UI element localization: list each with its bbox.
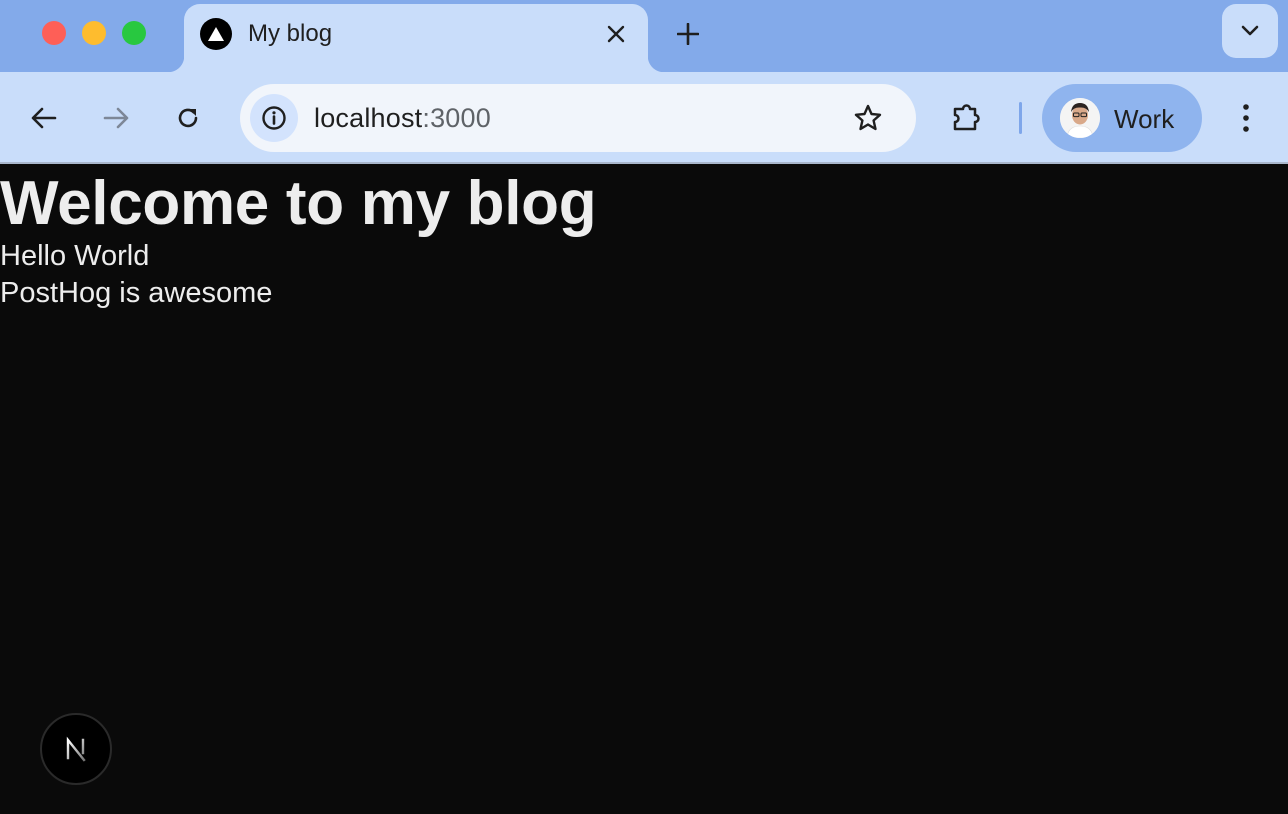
post-title-hello-world[interactable]: Hello World bbox=[0, 238, 1288, 275]
browser-toolbar: localhost:3000 Work bbox=[0, 72, 1288, 164]
browser-chrome: My blog localhost:3000 Work bbox=[0, 0, 1288, 164]
plus-icon bbox=[677, 23, 699, 45]
profile-button[interactable]: Work bbox=[1042, 84, 1202, 152]
tab-strip: My blog bbox=[0, 0, 1288, 72]
new-tab-button[interactable] bbox=[668, 14, 708, 54]
site-info-icon[interactable] bbox=[250, 94, 298, 142]
tab-title: My blog bbox=[248, 20, 333, 47]
browser-menu-button[interactable] bbox=[1226, 98, 1266, 138]
chevron-down-icon bbox=[1241, 25, 1259, 36]
reload-button[interactable] bbox=[168, 98, 208, 138]
vercel-triangle-icon bbox=[200, 18, 232, 50]
close-window-button[interactable] bbox=[42, 21, 66, 45]
bookmark-star-icon[interactable] bbox=[848, 98, 888, 138]
active-tab[interactable]: My blog bbox=[168, 4, 664, 72]
url-text[interactable]: localhost:3000 bbox=[314, 103, 491, 134]
nextjs-logo-icon bbox=[66, 736, 86, 762]
puzzle-piece-icon bbox=[953, 104, 980, 131]
extensions-button[interactable] bbox=[948, 98, 988, 138]
reload-icon bbox=[178, 108, 198, 128]
url-port: :3000 bbox=[422, 103, 491, 133]
url-host: localhost bbox=[314, 103, 423, 133]
profile-label: Work bbox=[1114, 104, 1175, 134]
page-viewport: Welcome to my blog Hello World PostHog i… bbox=[0, 166, 1288, 814]
address-bar[interactable]: localhost:3000 bbox=[240, 84, 916, 152]
arrow-right-icon bbox=[103, 107, 129, 129]
toolbar-divider bbox=[1019, 102, 1022, 134]
forward-button[interactable] bbox=[96, 98, 136, 138]
arrow-left-icon bbox=[31, 107, 57, 129]
back-button[interactable] bbox=[24, 98, 64, 138]
avatar bbox=[1060, 98, 1100, 138]
nextjs-dev-indicator[interactable] bbox=[40, 713, 112, 785]
post-title-posthog[interactable]: PostHog is awesome bbox=[0, 275, 1288, 312]
minimize-window-button[interactable] bbox=[82, 21, 106, 45]
page-title: Welcome to my blog bbox=[0, 169, 597, 238]
more-vertical-icon bbox=[1243, 104, 1249, 132]
maximize-window-button[interactable] bbox=[122, 21, 146, 45]
close-tab-icon[interactable] bbox=[600, 18, 632, 50]
tab-search-button[interactable] bbox=[1222, 4, 1278, 58]
